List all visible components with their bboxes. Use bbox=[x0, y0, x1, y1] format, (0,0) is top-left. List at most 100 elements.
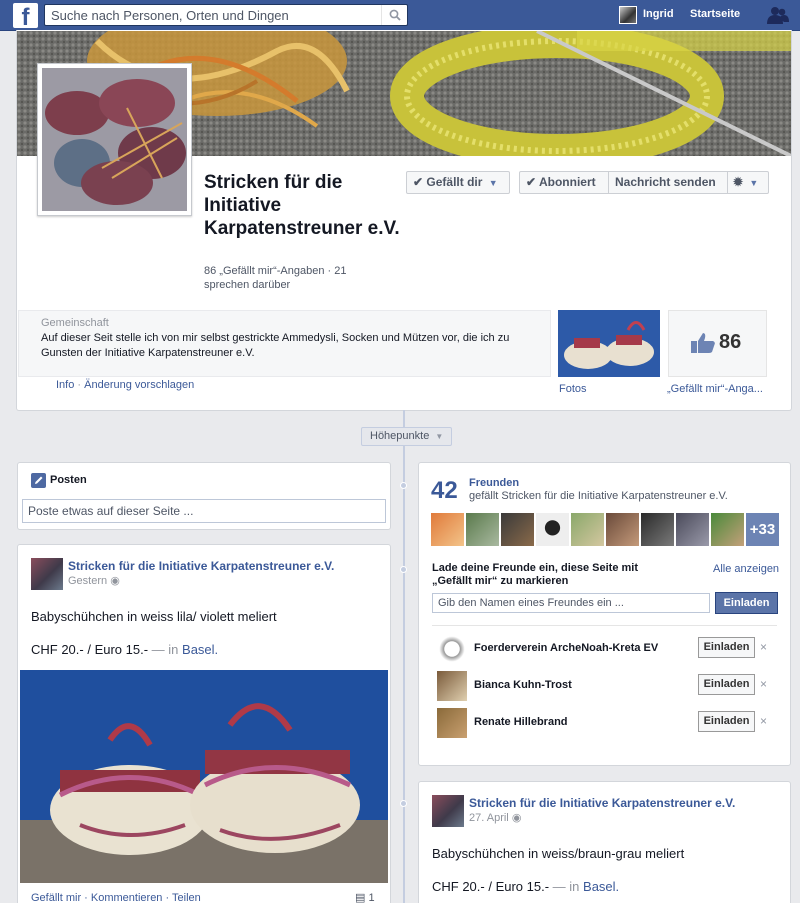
post-actions[interactable]: Gefällt mir · Kommentieren · Teilen bbox=[31, 892, 201, 903]
post-text-line-2: CHF 20.- / Euro 15.- — in Basel. bbox=[432, 879, 620, 894]
friend-avatars-row: +33 bbox=[431, 513, 779, 547]
friend-avatar[interactable] bbox=[676, 513, 709, 546]
search-button[interactable] bbox=[381, 5, 407, 25]
page-category: Gemeinschaft bbox=[41, 317, 109, 329]
page-stats: 86 „Gefällt mir“-Angaben · 21 sprechen d… bbox=[204, 265, 347, 291]
globe-icon: ◉ bbox=[110, 575, 120, 587]
timeline-dot bbox=[400, 566, 407, 573]
invite-list: Foerderverein ArcheNoah-Kreta EV Einlade… bbox=[432, 625, 777, 749]
chevron-down-icon: ▼ bbox=[435, 432, 444, 441]
more-friends-count[interactable]: +33 bbox=[746, 513, 779, 546]
composer-input[interactable] bbox=[22, 499, 386, 523]
search-input[interactable] bbox=[45, 5, 381, 25]
subscribe-button[interactable]: ✔ Abonniert bbox=[519, 171, 609, 194]
home-link[interactable]: Startseite bbox=[690, 8, 740, 20]
invite-button[interactable]: Einladen bbox=[698, 711, 755, 732]
send-message-button[interactable]: Nachricht senden bbox=[608, 171, 728, 194]
invite-row: Renate Hillebrand Einladen × bbox=[432, 706, 777, 738]
invite-row: Foerderverein ArcheNoah-Kreta EV Einlade… bbox=[432, 632, 777, 664]
friend-avatar[interactable] bbox=[536, 513, 569, 546]
location-link[interactable]: Basel. bbox=[583, 879, 619, 894]
likes-link[interactable]: „Gefällt mir“-Anga... bbox=[667, 383, 763, 395]
likes-box[interactable] bbox=[668, 310, 767, 377]
close-icon[interactable]: × bbox=[760, 640, 767, 654]
invitee-name[interactable]: Bianca Kuhn-Trost bbox=[474, 679, 572, 691]
like-page-button[interactable]: ✔ Gefällt dir ▼ bbox=[406, 171, 510, 194]
post-author-avatar[interactable] bbox=[31, 558, 63, 590]
user-avatar[interactable] bbox=[619, 6, 637, 24]
friend-avatar[interactable] bbox=[571, 513, 604, 546]
about-section: Gemeinschaft Auf dieser Seit stelle ich … bbox=[18, 310, 551, 377]
chevron-down-icon: ▼ bbox=[749, 178, 759, 188]
suggest-edit-link[interactable]: Änderung vorschlagen bbox=[84, 379, 194, 391]
composer-card: Posten bbox=[17, 462, 391, 530]
profile-image bbox=[42, 68, 187, 211]
likes-count: 86 bbox=[719, 331, 742, 353]
facebook-logo[interactable]: f bbox=[13, 3, 38, 28]
comment-count[interactable]: ▤ 1 bbox=[355, 891, 375, 903]
photos-link[interactable]: Fotos bbox=[559, 383, 587, 395]
friend-avatar[interactable] bbox=[711, 513, 744, 546]
post-author-avatar[interactable] bbox=[432, 795, 464, 827]
settings-menu-button[interactable]: ✹ ▼ bbox=[727, 171, 769, 194]
close-icon[interactable]: × bbox=[760, 714, 767, 728]
location-link[interactable]: Basel. bbox=[182, 642, 218, 657]
top-bar: f Ingrid Startseite bbox=[0, 0, 800, 31]
show-all-link[interactable]: Alle anzeigen bbox=[713, 563, 779, 575]
friend-avatar[interactable] bbox=[641, 513, 674, 546]
post-date[interactable]: 27. April ◉ bbox=[469, 811, 521, 824]
invite-row: Bianca Kuhn-Trost Einladen × bbox=[432, 669, 777, 701]
invitee-name[interactable]: Foerderverein ArcheNoah-Kreta EV bbox=[474, 642, 658, 654]
post-text-line-1: Babyschühchen in weiss lila/ violett mel… bbox=[31, 609, 277, 624]
check-icon: ✔ bbox=[413, 175, 424, 189]
separator: · bbox=[77, 379, 82, 391]
thumbs-up-icon bbox=[691, 333, 715, 353]
info-link[interactable]: Info bbox=[56, 379, 74, 391]
friends-like-card: 42 Freunden gefällt Stricken für die Ini… bbox=[418, 462, 791, 766]
invitee-avatar[interactable] bbox=[437, 634, 467, 664]
friend-avatar[interactable] bbox=[466, 513, 499, 546]
invite-button[interactable]: Einladen bbox=[698, 637, 755, 658]
friend-avatar[interactable] bbox=[431, 513, 464, 546]
check-icon: ✔ bbox=[526, 175, 537, 189]
invite-button[interactable]: Einladen bbox=[698, 674, 755, 695]
globe-icon: ◉ bbox=[511, 812, 522, 824]
invite-friend-input[interactable] bbox=[432, 593, 710, 613]
post-photo[interactable] bbox=[20, 670, 388, 883]
chevron-down-icon: ▼ bbox=[488, 178, 498, 188]
about-links: Info · Änderung vorschlagen bbox=[56, 379, 194, 391]
page-description: Auf dieser Seit stelle ich von mir selbs… bbox=[41, 332, 510, 359]
friend-avatar[interactable] bbox=[501, 513, 534, 546]
photos-thumbnail[interactable] bbox=[558, 310, 660, 377]
invitee-avatar[interactable] bbox=[437, 671, 467, 701]
friend-requests-icon[interactable] bbox=[767, 6, 789, 24]
post-text-line-1: Babyschühchen in weiss/braun-grau melier… bbox=[432, 846, 685, 861]
post-card: Stricken für die Initiative Karpatenstre… bbox=[418, 781, 791, 903]
comment-icon: ▤ bbox=[355, 892, 366, 903]
friend-avatar[interactable] bbox=[606, 513, 639, 546]
gear-icon: ✹ bbox=[733, 175, 744, 189]
composer-tab-post[interactable]: Posten bbox=[50, 474, 87, 486]
timeline-dot bbox=[400, 482, 407, 489]
pencil-icon bbox=[31, 473, 46, 488]
post-author-link[interactable]: Stricken für die Initiative Karpatenstre… bbox=[68, 559, 334, 573]
invitee-avatar[interactable] bbox=[437, 708, 467, 738]
highlights-dropdown[interactable]: Höhepunkte ▼ bbox=[361, 427, 453, 446]
post-author-link[interactable]: Stricken für die Initiative Karpatenstre… bbox=[469, 796, 735, 810]
invitee-name[interactable]: Renate Hillebrand bbox=[474, 716, 568, 728]
profile-picture[interactable] bbox=[37, 63, 192, 216]
post-card: Stricken für die Initiative Karpatenstre… bbox=[17, 544, 391, 903]
booties-photo bbox=[20, 670, 388, 883]
invite-submit-button[interactable]: Einladen bbox=[715, 592, 778, 614]
close-icon[interactable]: × bbox=[760, 677, 767, 691]
search-box[interactable] bbox=[44, 4, 408, 26]
invite-prompt: Lade deine Freunde ein, diese Seite mit … bbox=[432, 562, 639, 587]
photos-image bbox=[558, 310, 660, 377]
post-text-line-2: CHF 20.- / Euro 15.- — in Basel. bbox=[31, 642, 219, 657]
user-name-link[interactable]: Ingrid bbox=[643, 8, 674, 20]
friends-count[interactable]: 42 bbox=[431, 477, 458, 505]
timeline-dot bbox=[400, 800, 407, 807]
post-date[interactable]: Gestern ◉ bbox=[68, 574, 120, 587]
friends-title-link[interactable]: Freunden bbox=[469, 477, 519, 489]
search-icon bbox=[389, 9, 401, 21]
